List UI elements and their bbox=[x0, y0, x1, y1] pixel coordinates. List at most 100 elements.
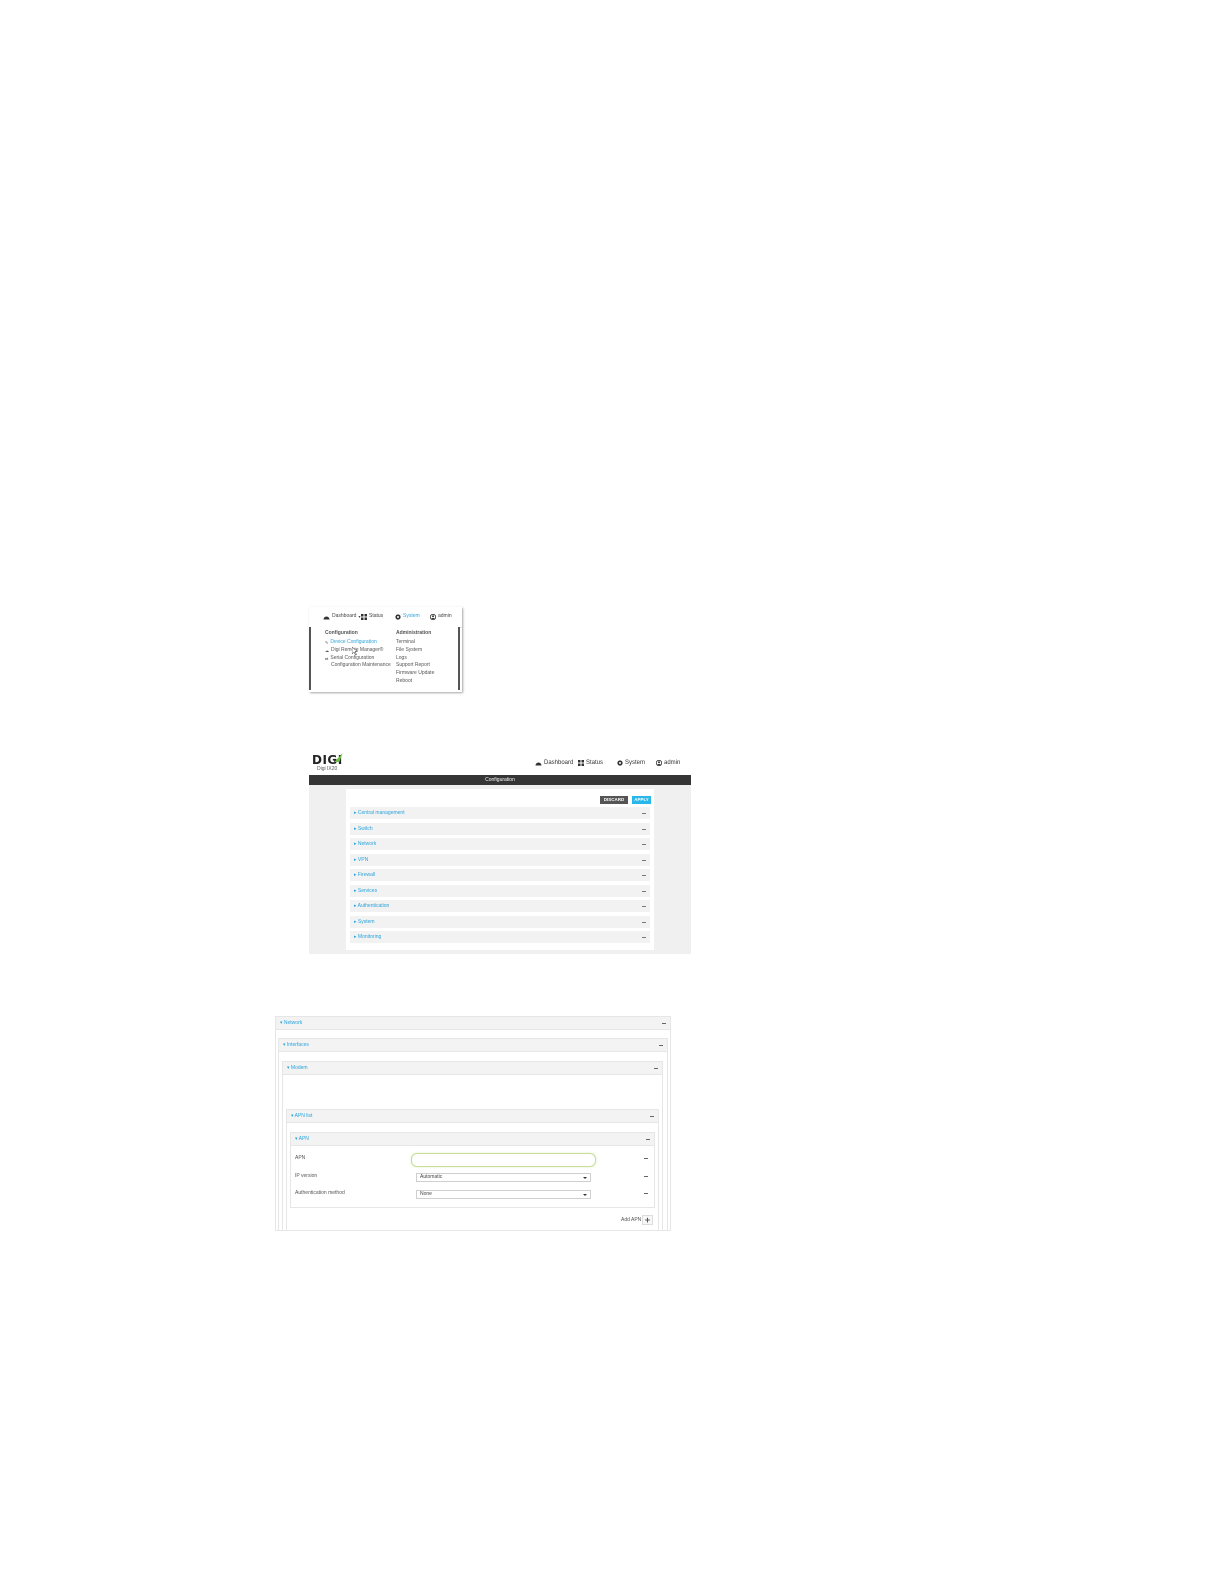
collapse-icon[interactable] bbox=[650, 1115, 654, 1117]
menu-item-serial-configuration[interactable]: ⇄ Serial Configuration bbox=[325, 654, 391, 662]
nav-status-label: Status bbox=[586, 760, 604, 766]
nav-admin[interactable]: admin bbox=[430, 613, 452, 620]
section-label: Interfaces bbox=[286, 1042, 309, 1048]
menu-item-logs[interactable]: Logs bbox=[396, 654, 434, 662]
serial-icon: ⇄ bbox=[325, 655, 329, 661]
grid-icon bbox=[578, 760, 584, 766]
nav-status[interactable]: Status bbox=[361, 613, 383, 620]
plus-icon: + bbox=[644, 1215, 651, 1225]
section-services[interactable]: ▸ Services bbox=[350, 885, 650, 897]
remove-field-icon[interactable] bbox=[644, 1193, 648, 1194]
apn-list-header[interactable]: ▾ APN list bbox=[286, 1109, 659, 1123]
app-header: DIGI Digi IX20 Dashboard Status System a… bbox=[309, 751, 691, 775]
collapse-icon[interactable] bbox=[642, 905, 646, 907]
collapse-icon[interactable] bbox=[642, 828, 646, 830]
section-label: System bbox=[357, 919, 375, 925]
nav-system[interactable]: System bbox=[395, 613, 420, 620]
apn-entry-header[interactable]: ▾ APN bbox=[290, 1132, 655, 1146]
collapse-icon[interactable] bbox=[642, 921, 646, 923]
administration-heading: Administration bbox=[396, 630, 432, 636]
section-authentication[interactable]: ▸ Authentication bbox=[350, 900, 650, 912]
section-label: Modem bbox=[290, 1065, 308, 1071]
menu-item-label: Serial Configuration bbox=[330, 654, 375, 661]
section-monitoring[interactable]: ▸ Monitoring bbox=[350, 931, 650, 943]
authentication-method-label: Authentication method bbox=[295, 1190, 345, 1196]
network-header[interactable]: ▾ Network bbox=[275, 1016, 671, 1030]
ip-version-select[interactable]: Automatic bbox=[416, 1173, 591, 1182]
section-central-management[interactable]: ▸ Central management bbox=[350, 807, 650, 819]
nav-dashboard[interactable]: Dashboard bbox=[535, 759, 573, 767]
menu-item-support-report[interactable]: Support Report bbox=[396, 662, 434, 670]
cloud-icon: ☁ bbox=[325, 648, 329, 654]
section-network[interactable]: ▸ Network bbox=[350, 838, 650, 850]
nav-dashboard-label: Dashboard bbox=[332, 613, 357, 619]
section-label: APN bbox=[298, 1136, 309, 1142]
collapse-icon[interactable] bbox=[642, 812, 646, 814]
collapse-icon[interactable] bbox=[642, 874, 646, 876]
collapse-icon[interactable] bbox=[642, 843, 646, 845]
menu-item-configuration-maintenance[interactable]: Configuration Maintenance bbox=[325, 662, 391, 670]
modem-header[interactable]: ▾ Modem bbox=[282, 1061, 663, 1075]
ip-version-label: IP version bbox=[295, 1173, 318, 1179]
nav-dashboard[interactable]: Dashboard ▾ bbox=[323, 613, 360, 620]
section-label: Authentication bbox=[357, 903, 390, 909]
section-label: Services bbox=[357, 888, 378, 894]
dashboard-icon bbox=[535, 762, 542, 766]
section-label: Firewall bbox=[357, 872, 376, 878]
menu-item-device-configuration[interactable]: ✎ Device Configuration bbox=[325, 639, 391, 647]
chevron-down-icon bbox=[583, 1177, 587, 1179]
system-dropdown-menu: Configuration ✎ Device Configuration ☁ D… bbox=[309, 627, 460, 690]
remove-field-icon[interactable] bbox=[644, 1158, 648, 1159]
nav-system-label: System bbox=[403, 613, 420, 619]
discard-all-button[interactable]: DISCARD ALL bbox=[600, 796, 628, 810]
configuration-heading: Configuration bbox=[325, 630, 358, 636]
remove-field-icon[interactable] bbox=[644, 1176, 648, 1177]
nav-admin-label: admin bbox=[664, 760, 681, 766]
ip-version-value: Automatic bbox=[420, 1174, 443, 1180]
collapse-icon[interactable] bbox=[654, 1067, 658, 1069]
apn-input-value bbox=[412, 1163, 416, 1169]
authentication-method-select[interactable]: None bbox=[416, 1190, 591, 1199]
menu-item-terminal[interactable]: Terminal bbox=[396, 639, 434, 647]
dashboard-icon bbox=[323, 616, 330, 619]
menu-item-label: Configuration Maintenance bbox=[331, 662, 391, 669]
user-icon bbox=[430, 613, 436, 620]
section-label: Network bbox=[283, 1020, 303, 1026]
collapse-icon[interactable] bbox=[646, 1138, 650, 1140]
gear-icon bbox=[617, 760, 623, 766]
section-firewall[interactable]: ▸ Firewall bbox=[350, 869, 650, 881]
menu-item-file-system[interactable]: File System bbox=[396, 647, 434, 655]
section-vpn[interactable]: ▸ VPN bbox=[350, 854, 650, 866]
menu-item-firmware-update[interactable]: Firmware Update bbox=[396, 670, 434, 678]
page-title-bar: Configuration bbox=[309, 775, 691, 785]
section-label: APN list bbox=[294, 1113, 313, 1119]
nav-admin[interactable]: admin bbox=[656, 759, 680, 767]
section-label: Network bbox=[357, 841, 377, 847]
apn-field-label: APN bbox=[295, 1155, 306, 1161]
collapse-icon[interactable] bbox=[642, 859, 646, 861]
apn-input[interactable] bbox=[411, 1153, 596, 1167]
add-apn-button[interactable]: + bbox=[642, 1215, 653, 1225]
section-switch[interactable]: ▸ Switch bbox=[350, 823, 650, 835]
add-apn-label: Add APN bbox=[621, 1217, 642, 1223]
apply-button[interactable]: APPLY bbox=[632, 796, 651, 804]
mouse-pointer-icon bbox=[352, 647, 358, 655]
interfaces-header[interactable]: ▾ Interfaces bbox=[278, 1038, 668, 1052]
nav-status-label: Status bbox=[369, 613, 384, 619]
section-label: VPN bbox=[357, 857, 369, 863]
menu-item-reboot[interactable]: Reboot bbox=[396, 677, 434, 685]
section-label: Central management bbox=[357, 810, 405, 816]
chevron-down-icon bbox=[583, 1194, 587, 1196]
collapse-icon[interactable] bbox=[642, 936, 646, 938]
section-system[interactable]: ▸ System bbox=[350, 916, 650, 928]
system-menu-screenshot: Dashboard ▾ Status System admin Configur… bbox=[309, 607, 462, 692]
collapse-icon[interactable] bbox=[642, 890, 646, 892]
nav-dashboard-label: Dashboard bbox=[544, 760, 574, 766]
section-label: Monitoring bbox=[357, 934, 382, 940]
top-nav-bar: Dashboard ▾ Status System admin bbox=[309, 607, 462, 628]
collapse-icon[interactable] bbox=[662, 1022, 666, 1024]
nav-status[interactable]: Status bbox=[578, 759, 603, 767]
configuration-page-screenshot: DIGI Digi IX20 Dashboard Status System a… bbox=[309, 751, 691, 954]
nav-system[interactable]: System bbox=[617, 759, 645, 767]
collapse-icon[interactable] bbox=[659, 1044, 663, 1046]
